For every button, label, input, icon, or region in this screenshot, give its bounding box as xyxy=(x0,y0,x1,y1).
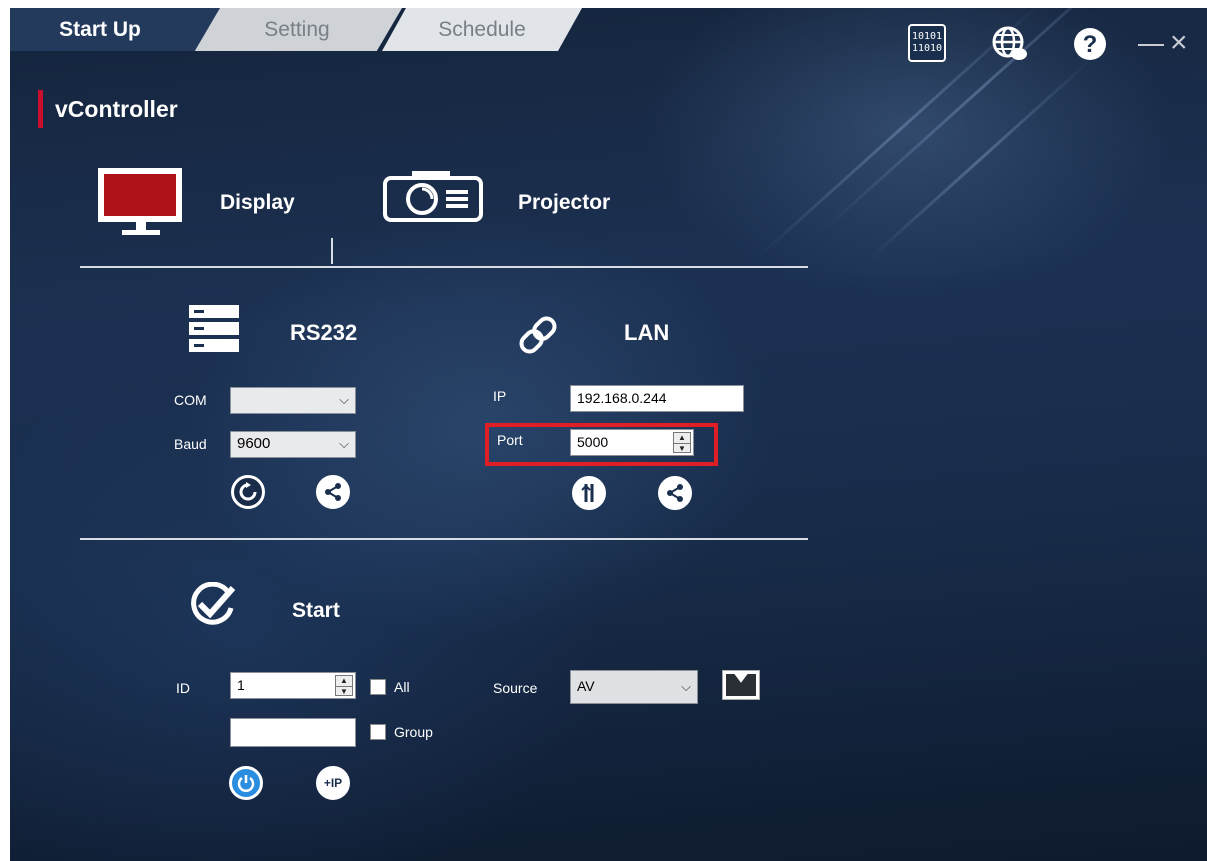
lan-heading: LAN xyxy=(624,320,670,345)
group-checkbox[interactable] xyxy=(370,724,386,740)
check-circle-icon xyxy=(191,582,236,625)
help-icon[interactable]: ? xyxy=(1070,24,1110,64)
id-stepper[interactable]: 1 ▲ ▼ xyxy=(230,672,356,699)
source-select[interactable]: AV ⌵ xyxy=(570,670,698,704)
app-name: vController xyxy=(38,90,178,128)
minimize-icon[interactable] xyxy=(1138,44,1164,46)
stepper-arrows[interactable]: ▲ ▼ xyxy=(335,675,353,696)
server-icon xyxy=(189,305,239,352)
tab-schedule[interactable]: Schedule xyxy=(382,8,582,51)
lan-connect-button[interactable] xyxy=(658,476,692,510)
source-arrow-icon xyxy=(726,674,756,696)
source-label: Source xyxy=(493,680,538,696)
share-icon xyxy=(667,484,683,502)
ip-value: 192.168.0.244 xyxy=(577,390,667,406)
rs232-heading: RS232 xyxy=(290,320,358,345)
share-icon xyxy=(325,483,341,501)
device-display-option[interactable]: Display xyxy=(96,166,326,238)
monitor-icon xyxy=(98,168,182,235)
tab-start-up[interactable]: Start Up xyxy=(10,8,220,51)
baud-label: Baud xyxy=(174,436,207,452)
network-search-icon xyxy=(581,484,594,502)
start-heading: Start xyxy=(292,599,340,622)
power-button[interactable] xyxy=(229,766,263,800)
source-apply-button[interactable] xyxy=(722,670,760,700)
divider xyxy=(80,538,808,540)
baud-value: 9600 xyxy=(237,435,271,452)
group-input[interactable] xyxy=(230,718,356,747)
highlight-box xyxy=(485,423,718,466)
refresh-icon xyxy=(239,482,257,501)
chevron-down-icon: ⌵ xyxy=(339,436,349,451)
refresh-button[interactable] xyxy=(231,475,265,509)
lan-search-button[interactable] xyxy=(572,476,606,510)
power-icon xyxy=(237,775,255,792)
source-value: AV xyxy=(577,678,595,694)
divider xyxy=(80,266,808,268)
link-icon xyxy=(519,316,557,354)
id-label: ID xyxy=(176,680,190,696)
projector-icon xyxy=(383,171,483,222)
chevron-down-icon: ⌵ xyxy=(681,679,691,694)
rs232-connect-button[interactable] xyxy=(316,475,350,509)
baud-select[interactable]: 9600 ⌵ xyxy=(230,431,356,458)
chevron-down-icon: ⌵ xyxy=(339,392,349,407)
add-ip-button[interactable]: +IP xyxy=(316,766,350,800)
ip-label: IP xyxy=(493,388,507,404)
com-label: COM xyxy=(174,392,207,408)
ip-input[interactable]: 192.168.0.244 xyxy=(570,385,744,412)
binary-icon-text: 11010 xyxy=(911,43,943,54)
selection-indicator xyxy=(331,238,333,264)
binary-icon-text: 10101 xyxy=(911,31,943,42)
com-select[interactable]: ⌵ xyxy=(230,387,356,414)
add-ip-label: +IP xyxy=(323,776,343,790)
all-checkbox[interactable] xyxy=(370,679,386,695)
binary-icon[interactable]: 10101 11010 xyxy=(908,24,946,62)
tab-setting[interactable]: Setting xyxy=(192,8,402,51)
device-projector-label: Projector xyxy=(518,191,611,214)
app-window: Schedule Setting Start Up 10101 11010 ? … xyxy=(10,8,1207,861)
device-projector-option[interactable]: Projector xyxy=(382,166,662,238)
globe-icon[interactable] xyxy=(990,24,1030,64)
close-icon[interactable]: × xyxy=(1170,28,1188,58)
all-label: All xyxy=(394,679,410,695)
id-value: 1 xyxy=(237,677,245,693)
group-label: Group xyxy=(394,724,433,740)
device-display-label: Display xyxy=(220,191,295,214)
svg-text:?: ? xyxy=(1083,31,1098,58)
